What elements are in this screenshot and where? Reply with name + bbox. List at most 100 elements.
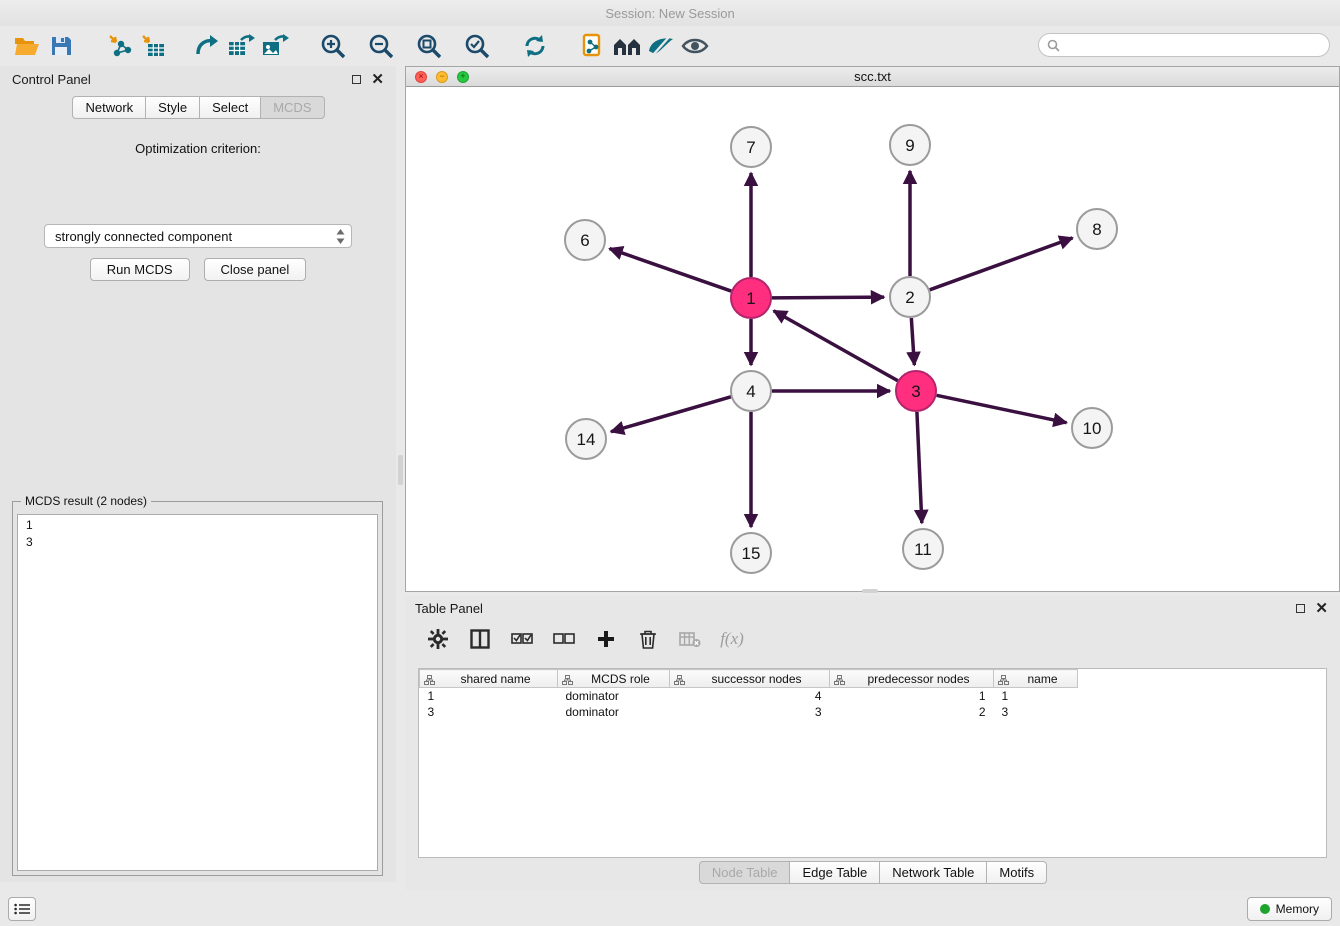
function-builder-button[interactable]: f(x) [719, 626, 745, 652]
show-task-history-button[interactable] [8, 897, 36, 921]
table-row[interactable]: 1dominator411 [420, 688, 1078, 704]
import-network-button[interactable] [102, 30, 136, 62]
graph-node[interactable]: 3 [896, 371, 936, 411]
first-neighbors-button[interactable] [610, 30, 644, 62]
graph-node[interactable]: 6 [565, 220, 605, 260]
svg-text:9: 9 [905, 136, 914, 155]
clone-network-button[interactable] [576, 30, 610, 62]
table-row[interactable]: 3dominator323 [420, 704, 1078, 720]
table-cell[interactable]: 1 [994, 688, 1078, 704]
mcds-result-list[interactable]: 13 [17, 514, 378, 871]
graph-node[interactable]: 8 [1077, 209, 1117, 249]
create-column-button[interactable] [593, 626, 619, 652]
table-cell[interactable]: 3 [994, 704, 1078, 720]
column-header[interactable]: name [994, 670, 1078, 688]
zoom-in-button[interactable] [316, 30, 350, 62]
graph-edge[interactable] [774, 311, 898, 381]
show-columns-button[interactable] [467, 626, 493, 652]
delete-column-button[interactable] [635, 626, 661, 652]
table-cell[interactable]: dominator [558, 688, 670, 704]
combo-stepper-icon [336, 229, 345, 244]
window-titlebar: Session: New Session [0, 0, 1340, 26]
graph-edge[interactable] [610, 249, 732, 291]
float-panel-icon[interactable] [352, 75, 361, 84]
graph-node[interactable]: 14 [566, 419, 606, 459]
zoom-out-button[interactable] [364, 30, 398, 62]
svg-text:10: 10 [1083, 419, 1102, 438]
window-title: Session: New Session [605, 6, 734, 21]
table-cell[interactable]: 1 [830, 688, 994, 704]
zoom-selected-button[interactable] [460, 30, 494, 62]
graph-edge[interactable] [917, 412, 922, 523]
export-table-button[interactable] [224, 30, 258, 62]
table-cell[interactable]: 2 [830, 704, 994, 720]
search-input[interactable] [1060, 38, 1321, 52]
column-header[interactable]: MCDS role [558, 670, 670, 688]
graph-node[interactable]: 1 [731, 278, 771, 318]
close-window-button[interactable]: × [415, 71, 427, 83]
tab-edge-table[interactable]: Edge Table [789, 861, 880, 884]
apply-layout-button[interactable] [518, 30, 552, 62]
graph-node[interactable]: 11 [903, 529, 943, 569]
graph-edge[interactable] [772, 297, 884, 298]
search-icon [1047, 39, 1060, 52]
network-canvas-svg[interactable]: 7 9 6 8 1 2 4 3 14 10 15 11 [406, 87, 1339, 591]
table-cell[interactable]: dominator [558, 704, 670, 720]
tab-network-table[interactable]: Network Table [879, 861, 987, 884]
export-image-button[interactable] [258, 30, 292, 62]
graph-node[interactable]: 15 [731, 533, 771, 573]
graph-node[interactable]: 4 [731, 371, 771, 411]
delete-table-button[interactable] [677, 626, 703, 652]
import-table-button[interactable] [136, 30, 170, 62]
table-cell[interactable]: 3 [420, 704, 558, 720]
export-network-button[interactable] [190, 30, 224, 62]
close-panel-icon[interactable]: ✕ [371, 72, 384, 87]
tab-motifs[interactable]: Motifs [986, 861, 1047, 884]
search-box[interactable] [1038, 33, 1330, 57]
zoom-selected-icon [464, 33, 490, 59]
select-all-columns-button[interactable] [509, 626, 535, 652]
graph-node[interactable]: 7 [731, 127, 771, 167]
graph-edge[interactable] [911, 318, 914, 365]
table-settings-button[interactable] [425, 626, 451, 652]
zoom-fit-button[interactable] [412, 30, 446, 62]
graph-node[interactable]: 2 [890, 277, 930, 317]
export-image-icon [261, 34, 289, 58]
maximize-window-button[interactable]: + [457, 71, 469, 83]
tab-node-table[interactable]: Node Table [699, 861, 791, 884]
node-table: shared name MCDS rolesuccessor nodesprede… [418, 668, 1327, 858]
run-mcds-button[interactable]: Run MCDS [90, 258, 190, 281]
float-table-panel-icon[interactable] [1296, 604, 1305, 613]
close-table-panel-icon[interactable]: ✕ [1315, 601, 1328, 616]
column-header[interactable]: predecessor nodes [830, 670, 994, 688]
memory-button[interactable]: Memory [1247, 897, 1332, 921]
tab-select[interactable]: Select [199, 96, 261, 119]
tab-style[interactable]: Style [145, 96, 200, 119]
paint-style-button[interactable] [644, 30, 678, 62]
optimization-criterion-select[interactable]: strongly connected component [44, 224, 352, 248]
column-header[interactable]: successor nodes [670, 670, 830, 688]
control-panel: Control Panel ✕ Network Style Select MCD… [0, 66, 396, 882]
graph-edge[interactable] [937, 395, 1067, 422]
graph-edge[interactable] [930, 238, 1073, 290]
table-cell[interactable]: 1 [420, 688, 558, 704]
open-session-button[interactable] [10, 30, 44, 62]
graph-edge[interactable] [611, 397, 731, 432]
toggle-visibility-button[interactable] [678, 30, 712, 62]
column-header[interactable]: shared name [420, 670, 558, 688]
minimize-window-button[interactable]: − [436, 71, 448, 83]
graph-node[interactable]: 9 [890, 125, 930, 165]
table-cell[interactable]: 3 [670, 704, 830, 720]
close-panel-button[interactable]: Close panel [204, 258, 307, 281]
unselect-all-columns-button[interactable] [551, 626, 577, 652]
svg-text:15: 15 [742, 544, 761, 563]
network-canvas[interactable]: 7 9 6 8 1 2 4 3 14 10 15 11 [406, 87, 1339, 591]
table-cell[interactable]: 4 [670, 688, 830, 704]
tab-mcds[interactable]: MCDS [260, 96, 324, 119]
horizontal-splitter[interactable] [862, 589, 878, 593]
column-header-label: shared name [460, 672, 530, 686]
vertical-splitter[interactable] [398, 455, 403, 485]
graph-node[interactable]: 10 [1072, 408, 1112, 448]
save-session-button[interactable] [44, 30, 78, 62]
tab-network[interactable]: Network [72, 96, 146, 119]
